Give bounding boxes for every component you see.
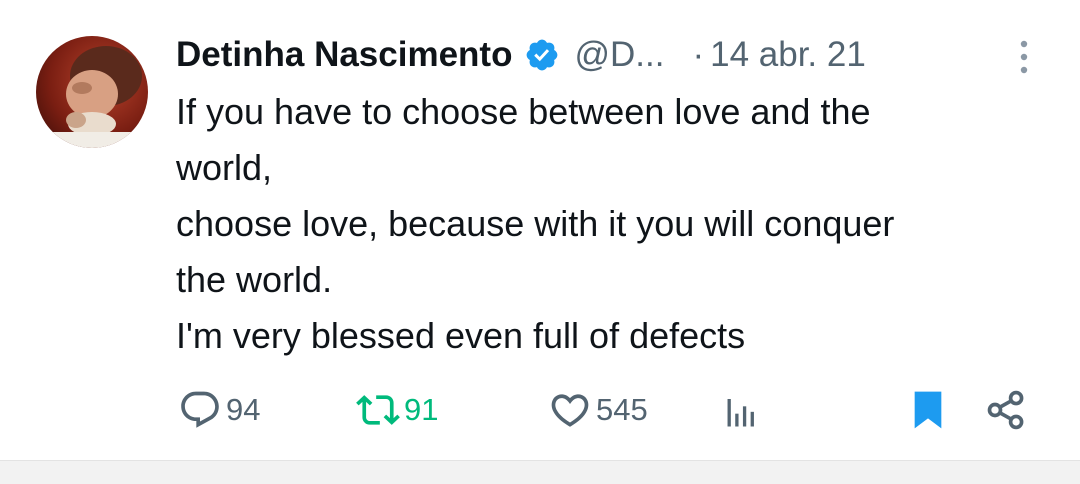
share-button[interactable] bbox=[984, 386, 1028, 434]
reply-count: 94 bbox=[226, 392, 261, 427]
action-bar: 94 91 545 bbox=[0, 380, 1080, 440]
verified-badge-icon bbox=[527, 39, 558, 71]
views-button[interactable] bbox=[718, 386, 762, 434]
tweet-text-line: I'm very blessed even full of defects bbox=[176, 315, 746, 356]
tweet-text-line: world, bbox=[176, 147, 273, 188]
tweet-card[interactable]: Detinha Nascimento @D... · 14 abr. 21 If… bbox=[0, 0, 1080, 460]
author-name[interactable]: Detinha Nascimento bbox=[176, 35, 512, 75]
tweet-text-line: choose love, because with it you will co… bbox=[176, 203, 895, 244]
bottom-divider bbox=[0, 460, 1080, 484]
views-bar-chart-icon bbox=[727, 399, 754, 427]
retweet-icon bbox=[356, 395, 400, 425]
bookmark-button[interactable] bbox=[908, 386, 948, 434]
heart-icon bbox=[551, 394, 589, 427]
retweet-count: 91 bbox=[404, 392, 439, 427]
share-icon bbox=[987, 390, 1024, 430]
more-options-button[interactable] bbox=[1010, 34, 1038, 80]
like-count: 545 bbox=[596, 392, 648, 427]
retweet-button[interactable]: 91 bbox=[356, 386, 438, 434]
bookmark-icon bbox=[914, 391, 942, 429]
avatar-photo bbox=[36, 36, 148, 148]
author-handle[interactable]: @D... bbox=[574, 35, 664, 75]
tweet-text-line: the world. bbox=[176, 259, 333, 300]
more-vertical-icon bbox=[1020, 40, 1028, 74]
tweet-date[interactable]: 14 abr. 21 bbox=[710, 35, 866, 75]
avatar[interactable] bbox=[36, 36, 148, 148]
reply-bubble-icon bbox=[181, 391, 219, 428]
tweet-header: Detinha Nascimento @D... · 14 abr. 21 bbox=[176, 30, 866, 80]
like-button[interactable]: 545 bbox=[548, 386, 648, 434]
tweet-text: If you have to choose between love and t… bbox=[176, 84, 1056, 364]
reply-button[interactable]: 94 bbox=[178, 386, 260, 434]
separator-dot: · bbox=[692, 35, 705, 74]
tweet-text-line: If you have to choose between love and t… bbox=[176, 91, 871, 132]
